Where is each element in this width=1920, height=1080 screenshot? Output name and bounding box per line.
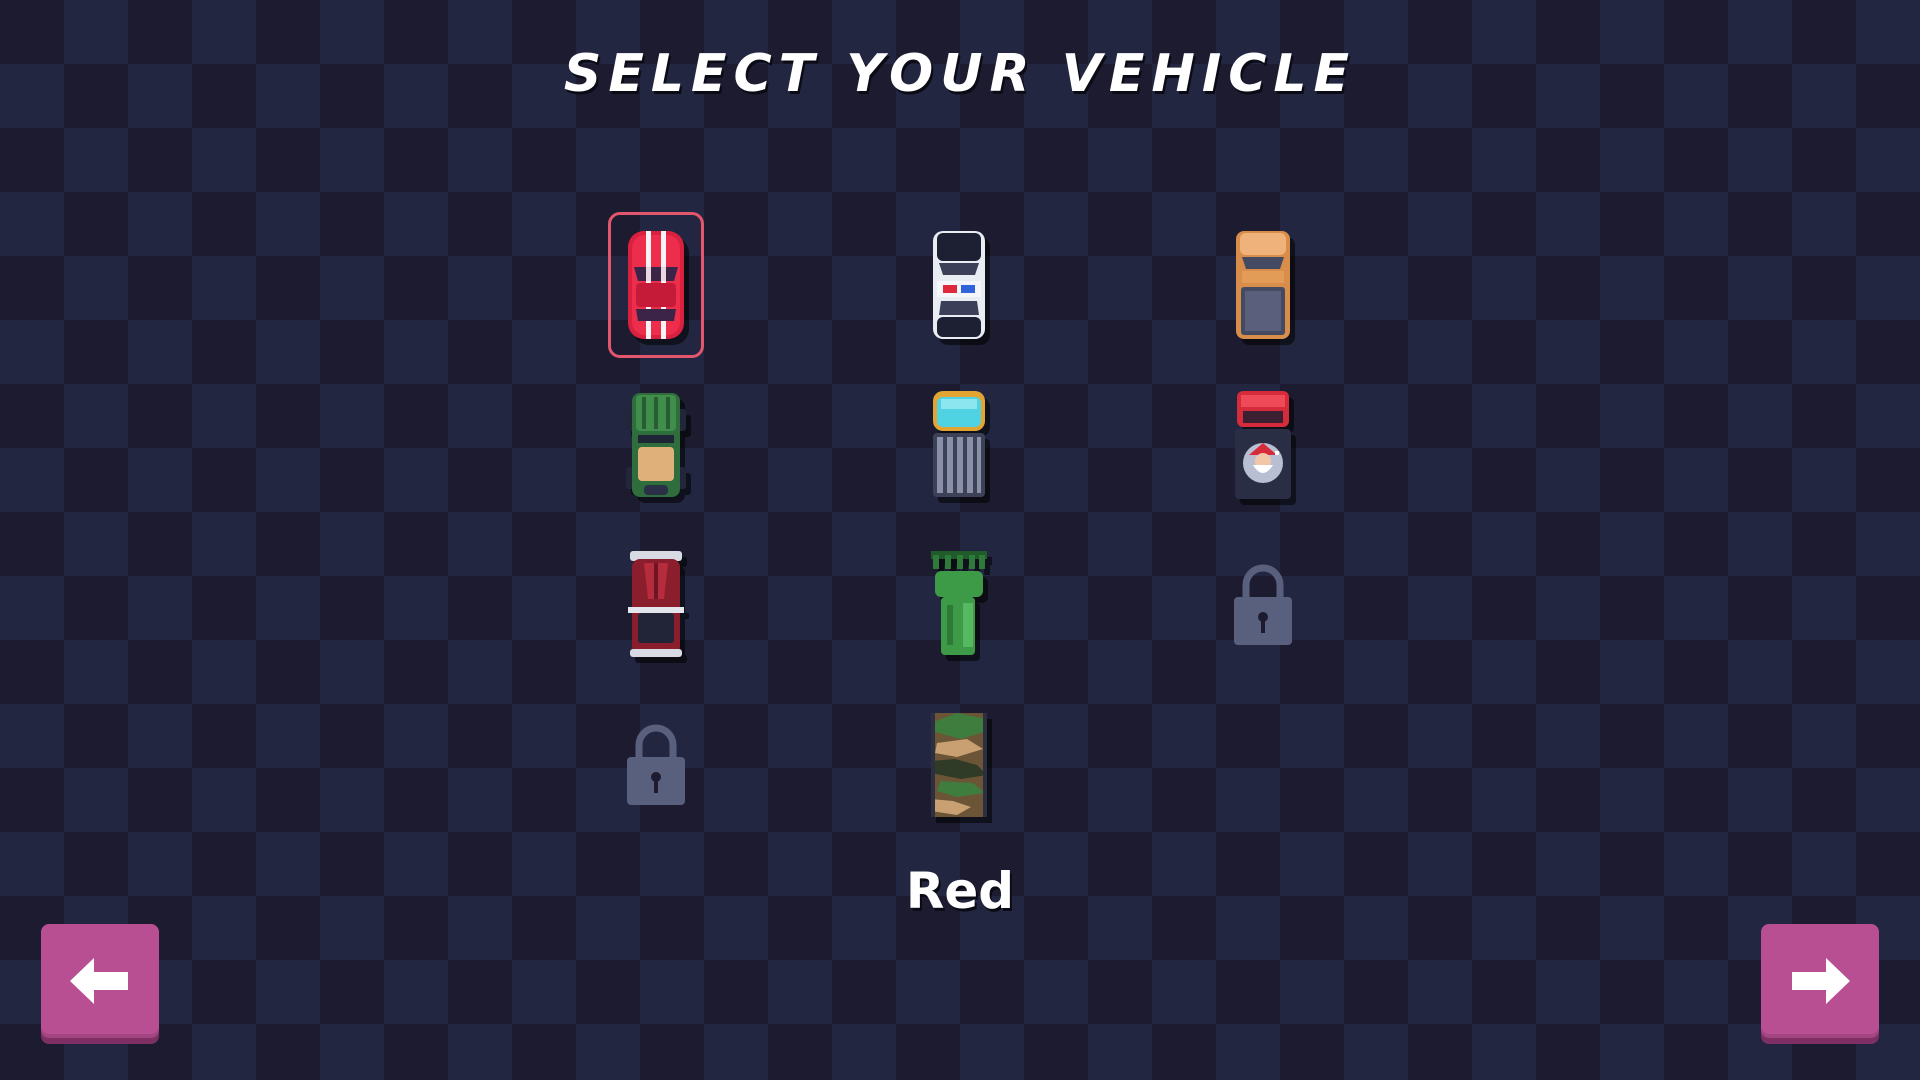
lock-icon (627, 724, 685, 805)
vehicle-slot-locked-2[interactable] (608, 692, 704, 838)
santa-truck-icon (1235, 391, 1291, 499)
police-car-icon (933, 231, 985, 339)
vehicle-slot-tank-truck[interactable] (911, 532, 1007, 678)
dark-red-hotrod-icon (628, 551, 684, 657)
vehicle-slot-red[interactable] (608, 212, 704, 358)
vehicle-slot-jeep[interactable] (608, 372, 704, 518)
vehicle-slot-police[interactable] (911, 212, 1007, 358)
vehicle-slot-santa[interactable] (1215, 372, 1311, 518)
next-button[interactable] (1761, 924, 1879, 1038)
previous-button[interactable] (41, 924, 159, 1038)
vehicle-slot-pickup[interactable] (1215, 212, 1311, 358)
cyan-delivery-truck-icon (933, 391, 985, 497)
orange-pickup-truck-icon (1236, 231, 1290, 339)
vehicle-slot-hotrod[interactable] (608, 532, 704, 678)
lock-icon (1234, 564, 1292, 645)
green-jeep-icon (626, 393, 686, 497)
green-tank-truck-icon (931, 551, 987, 655)
vehicle-slot-delivery[interactable] (911, 372, 1007, 518)
arrow-right-icon (1792, 958, 1850, 1004)
vehicle-slot-camo[interactable] (911, 692, 1007, 838)
red-sports-car-icon (628, 231, 684, 339)
selected-vehicle-name: Red (905, 862, 1015, 920)
arrow-left-icon (70, 958, 128, 1004)
camo-military-truck-icon (931, 713, 987, 817)
vehicle-slot-locked-1[interactable] (1215, 532, 1311, 678)
